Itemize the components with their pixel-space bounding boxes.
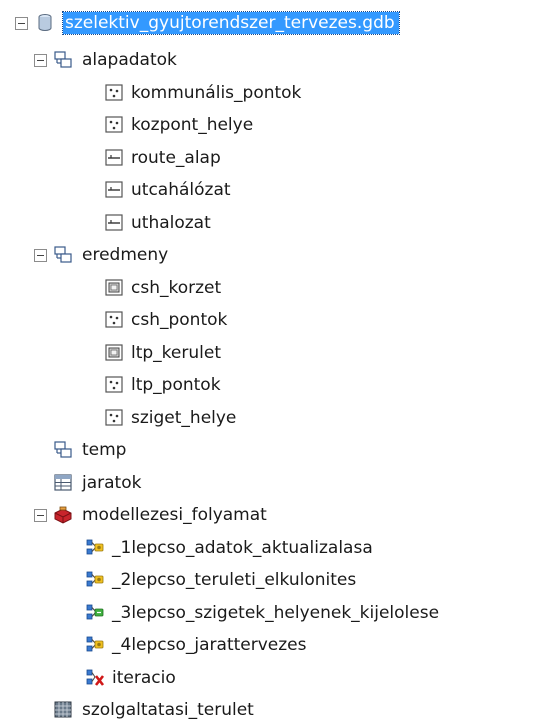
tree-node-csh-pontok[interactable]: csh_pontok: [0, 304, 544, 336]
tree-node-4lepcso[interactable]: _4lepcso_jarattervezes: [0, 629, 544, 661]
tree-node-label[interactable]: jaratok: [82, 472, 141, 494]
tree-node-iteracio[interactable]: iteracio: [0, 662, 544, 694]
collapse-toggle-icon[interactable]: [34, 249, 47, 262]
tree-node-1lepcso[interactable]: _1lepcso_adatok_aktualizalasa: [0, 532, 544, 564]
tree-node-3lepcso[interactable]: _3lepcso_szigetek_helyenek_kijelolese: [0, 597, 544, 629]
feature-dataset-icon: [53, 440, 73, 460]
tree-node-ltp-kerulet[interactable]: ltp_kerulet: [0, 337, 544, 369]
collapse-toggle-icon[interactable]: [34, 54, 47, 67]
tree-node-label[interactable]: kommunális_pontok: [131, 82, 301, 104]
model-tool-icon: [85, 635, 105, 655]
tree-node-modellezesi-folyamat[interactable]: modellezesi_folyamat: [0, 499, 544, 531]
tree-node-label[interactable]: csh_pontok: [131, 309, 227, 331]
polygon-featureclass-icon: [104, 343, 124, 363]
tree-node-label[interactable]: _4lepcso_jarattervezes: [112, 634, 306, 656]
tree-node-alapadatok[interactable]: alapadatok: [0, 44, 544, 76]
tree-node-label[interactable]: ltp_kerulet: [131, 342, 221, 364]
tree-node-label[interactable]: route_alap: [131, 147, 221, 169]
line-featureclass-icon: [104, 180, 124, 200]
point-featureclass-icon: [104, 115, 124, 135]
tree-node-geodatabase[interactable]: szelektiv_gyujtorendszer_tervezes.gdb: [0, 7, 544, 39]
tree-node-label[interactable]: utcahálózat: [131, 179, 231, 201]
tree-node-label[interactable]: sziget_helye: [131, 407, 236, 429]
point-featureclass-icon: [104, 310, 124, 330]
raster-icon: [53, 700, 73, 720]
tree-node-label[interactable]: csh_korzet: [131, 277, 221, 299]
polygon-featureclass-icon: [104, 278, 124, 298]
tree-node-label[interactable]: ltp_pontok: [131, 374, 221, 396]
tree-node-label[interactable]: iteracio: [112, 667, 176, 689]
tree-node-temp[interactable]: temp: [0, 434, 544, 466]
tree-node-label[interactable]: szelektiv_gyujtorendszer_tervezes.gdb: [62, 11, 400, 35]
tree-node-2lepcso[interactable]: _2lepcso_teruleti_elkulonites: [0, 564, 544, 596]
tree-node-label[interactable]: uthalozat: [131, 212, 211, 234]
tree-node-ltp-pontok[interactable]: ltp_pontok: [0, 369, 544, 401]
model-tool-icon: [85, 603, 105, 623]
tree-node-label[interactable]: _1lepcso_adatok_aktualizalasa: [112, 537, 373, 559]
tree-node-kozpont-helye[interactable]: kozpont_helye: [0, 109, 544, 141]
collapse-toggle-icon[interactable]: [15, 17, 28, 30]
tree-node-sziget-helye[interactable]: sziget_helye: [0, 402, 544, 434]
tree-node-label[interactable]: _3lepcso_szigetek_helyenek_kijelolese: [112, 602, 439, 624]
point-featureclass-icon: [104, 83, 124, 103]
geodatabase-icon: [35, 13, 55, 33]
model-tool-error-icon: [85, 668, 105, 688]
tree-node-route-alap[interactable]: route_alap: [0, 142, 544, 174]
tree-node-label[interactable]: kozpont_helye: [131, 114, 253, 136]
tree-node-label[interactable]: temp: [82, 439, 126, 461]
model-tool-icon: [85, 538, 105, 558]
table-icon: [53, 473, 73, 493]
tree-node-eredmeny[interactable]: eredmeny: [0, 239, 544, 271]
tree-node-kommunalis-pontok[interactable]: kommunális_pontok: [0, 77, 544, 109]
feature-dataset-icon: [53, 50, 73, 70]
line-featureclass-icon: [104, 213, 124, 233]
line-featureclass-icon: [104, 148, 124, 168]
tree-node-uthalozat[interactable]: uthalozat: [0, 207, 544, 239]
feature-dataset-icon: [53, 245, 73, 265]
tree-node-utcahalozat[interactable]: utcahálózat: [0, 174, 544, 206]
catalog-tree: szelektiv_gyujtorendszer_tervezes.gdb al…: [0, 0, 544, 721]
toolbox-icon: [53, 505, 73, 525]
point-featureclass-icon: [104, 375, 124, 395]
tree-node-jaratok[interactable]: jaratok: [0, 467, 544, 499]
tree-node-label[interactable]: alapadatok: [82, 49, 177, 71]
model-tool-icon: [85, 570, 105, 590]
tree-node-label[interactable]: modellezesi_folyamat: [82, 504, 267, 526]
tree-node-label[interactable]: _2lepcso_teruleti_elkulonites: [112, 569, 356, 591]
tree-node-csh-korzet[interactable]: csh_korzet: [0, 272, 544, 304]
tree-node-szolgaltatasi-terulet[interactable]: szolgaltatasi_terulet: [0, 694, 544, 726]
tree-node-label[interactable]: eredmeny: [82, 244, 168, 266]
point-featureclass-icon: [104, 408, 124, 428]
collapse-toggle-icon[interactable]: [34, 509, 47, 522]
tree-node-label[interactable]: szolgaltatasi_terulet: [82, 699, 254, 721]
